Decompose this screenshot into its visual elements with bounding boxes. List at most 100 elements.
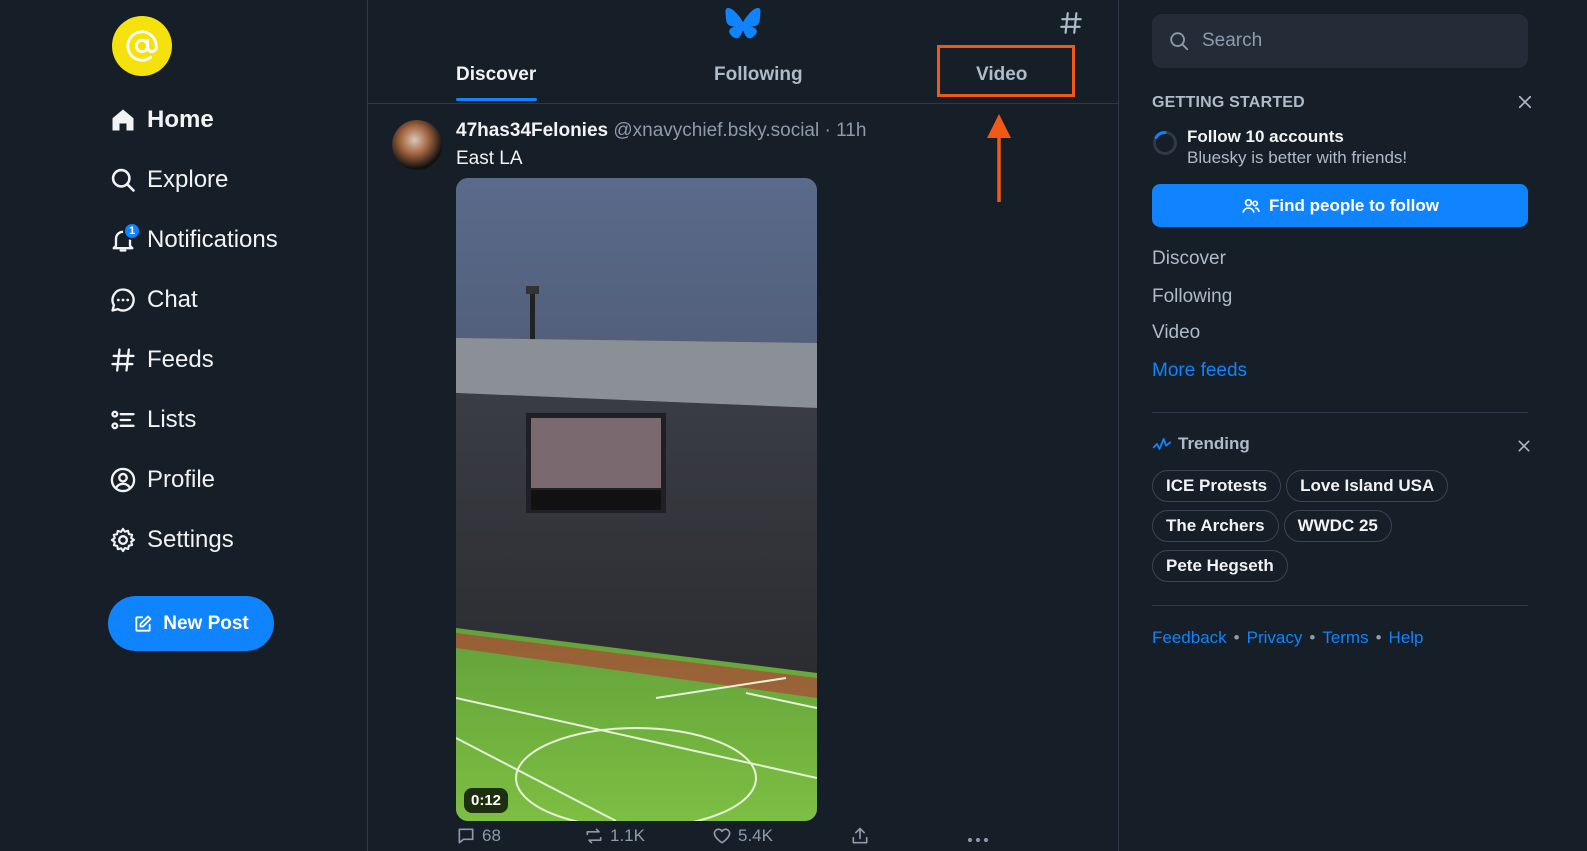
sidebar-feed-video[interactable]: Video <box>1152 322 1200 344</box>
nav-item-chat[interactable]: Chat <box>108 270 278 330</box>
more-feeds-link[interactable]: More feeds <box>1152 360 1247 382</box>
close-getting-started-icon[interactable] <box>1516 93 1534 116</box>
share-button[interactable] <box>850 826 870 846</box>
post-header: 47has34Felonies @xnavychief.bsky.social … <box>456 120 866 142</box>
getting-started-subtitle: Bluesky is better with friends! <box>1187 148 1408 167</box>
nav-item-settings[interactable]: Settings <box>108 510 278 570</box>
author-handle[interactable]: @xnavychief.bsky.social <box>613 120 819 141</box>
getting-started-title: GETTING STARTED <box>1152 94 1305 111</box>
post-text: East LA <box>456 148 523 169</box>
nav-item-label: Profile <box>147 466 216 493</box>
users-icon <box>1242 198 1260 213</box>
at-sign-icon <box>126 30 158 62</box>
close-trending-icon[interactable] <box>1516 438 1532 459</box>
like-count: 5.4K <box>738 826 773 845</box>
repost-count: 1.1K <box>610 826 645 845</box>
notification-badge: 1 <box>123 222 141 240</box>
nav-item-notifications[interactable]: 1 Notifications <box>108 210 278 270</box>
find-people-button[interactable]: Find people to follow <box>1152 184 1528 227</box>
trending-title: Trending <box>1178 434 1250 453</box>
trending-icon <box>1152 438 1172 450</box>
post-actions: 68 1.1K 5.4K <box>456 826 1016 850</box>
nav-item-label: Chat <box>147 286 198 313</box>
video-thumbnail <box>456 178 817 821</box>
nav-item-label: Home <box>147 106 214 133</box>
post-timestamp[interactable]: 11h <box>836 120 866 141</box>
search-icon <box>108 165 138 195</box>
reply-button[interactable]: 68 <box>456 826 501 846</box>
app-logo[interactable] <box>112 16 172 76</box>
search-box[interactable] <box>1152 14 1528 68</box>
footer-separator: • <box>1233 628 1240 647</box>
gear-icon <box>108 525 138 555</box>
repost-icon <box>586 828 602 844</box>
right-sidebar: GETTING STARTED Follow 10 accounts Blues… <box>1152 0 1532 851</box>
video-player[interactable]: 0:12 <box>456 178 817 821</box>
sidebar-feed-following[interactable]: Following <box>1152 286 1232 308</box>
nav-item-explore[interactable]: Explore <box>108 150 278 210</box>
app: Home Explore 1 Notifications Chat Feeds … <box>0 0 1587 851</box>
nav-item-label: Explore <box>147 166 229 193</box>
home-icon <box>108 105 138 135</box>
nav-item-label: Settings <box>147 526 234 553</box>
nav-item-label: Lists <box>147 406 197 433</box>
trending-topic-chip[interactable]: ICE Protests <box>1152 470 1282 502</box>
nav-item-home[interactable]: Home <box>108 90 278 150</box>
divider <box>1152 605 1528 606</box>
feeds-hash-icon[interactable] <box>1058 8 1084 43</box>
tab-following[interactable]: Following <box>714 64 803 86</box>
search-input[interactable] <box>1202 30 1502 52</box>
progress-ring <box>1152 130 1178 161</box>
main-feed: Discover Following Video 47has34Felonies… <box>367 0 1119 851</box>
more-dots-icon <box>968 838 988 842</box>
list-icon <box>108 405 138 435</box>
find-people-label: Find people to follow <box>1269 195 1439 215</box>
footer-link-feedback[interactable]: Feedback <box>1152 628 1227 648</box>
footer-link-terms[interactable]: Terms <box>1322 628 1368 648</box>
repost-button[interactable]: 1.1K <box>584 826 645 846</box>
reply-count: 68 <box>482 826 501 845</box>
footer-separator: • <box>1375 628 1382 647</box>
chat-bubble-icon <box>108 285 138 315</box>
video-duration: 0:12 <box>464 788 509 813</box>
trending-topic-chip[interactable]: The Archers <box>1152 510 1279 542</box>
share-icon <box>852 827 868 844</box>
author-avatar[interactable] <box>392 120 442 170</box>
new-post-label: New Post <box>163 612 249 634</box>
trending-topic-chip[interactable]: WWDC 25 <box>1283 510 1392 542</box>
annotation-arrow-icon <box>985 112 1013 209</box>
user-circle-icon <box>108 465 138 495</box>
like-button[interactable]: 5.4K <box>712 826 773 846</box>
more-options-button[interactable] <box>966 826 990 846</box>
compose-icon <box>135 615 152 632</box>
annotation-highlight-box <box>937 45 1075 97</box>
sidebar-feed-discover[interactable]: Discover <box>1152 248 1226 270</box>
search-icon <box>1170 32 1189 51</box>
nav-item-feeds[interactable]: Feeds <box>108 330 278 390</box>
bluesky-butterfly-icon[interactable] <box>725 8 761 47</box>
nav-list: Home Explore 1 Notifications Chat Feeds … <box>108 90 278 570</box>
trending-topic-chip[interactable]: Pete Hegseth <box>1152 550 1288 582</box>
trending-topic-chip[interactable]: Love Island USA <box>1286 470 1449 502</box>
header-separator: · <box>824 120 831 141</box>
author-name[interactable]: 47has34Felonies <box>456 120 608 141</box>
active-tab-indicator <box>456 98 537 101</box>
trending-topics: ICE Protests Love Island USA The Archers… <box>1152 470 1528 582</box>
footer-link-privacy[interactable]: Privacy <box>1247 628 1303 648</box>
getting-started-task: Follow 10 accounts <box>1187 127 1344 146</box>
footer-separator: • <box>1309 628 1316 647</box>
new-post-button[interactable]: New Post <box>108 596 274 651</box>
footer-link-help[interactable]: Help <box>1389 628 1424 648</box>
footer-links: Feedback • Privacy • Terms • Help <box>1152 628 1424 648</box>
hash-icon <box>108 345 138 375</box>
left-navigation: Home Explore 1 Notifications Chat Feeds … <box>0 0 367 851</box>
trending-header: Trending <box>1152 434 1250 454</box>
nav-item-label: Feeds <box>147 346 214 373</box>
nav-item-profile[interactable]: Profile <box>108 450 278 510</box>
heart-icon <box>713 828 731 844</box>
reply-icon <box>458 828 474 844</box>
nav-item-label: Notifications <box>147 226 278 253</box>
nav-item-lists[interactable]: Lists <box>108 390 278 450</box>
tab-discover[interactable]: Discover <box>456 64 536 86</box>
divider <box>1152 412 1528 413</box>
